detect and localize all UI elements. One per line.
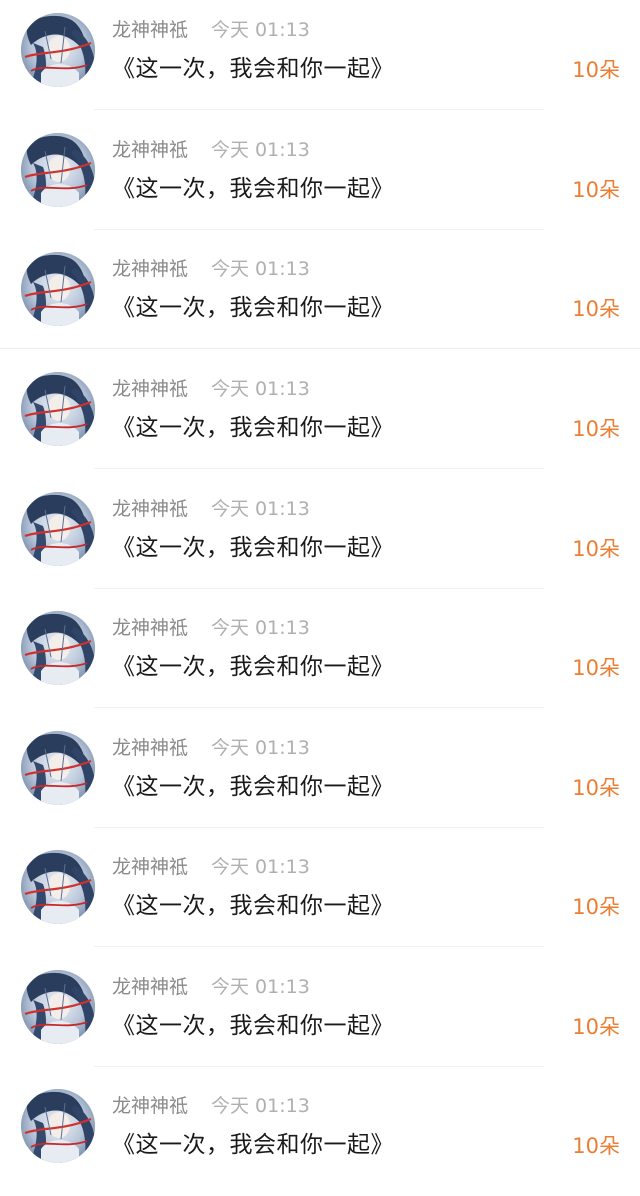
avatar[interactable] (21, 850, 95, 924)
divider (94, 468, 544, 469)
list-item[interactable]: 龙神神祗 今天 01:13 《这一次，我会和你一起》 10朵 (0, 718, 640, 838)
timestamp: 今天 01:13 (211, 1095, 310, 1117)
timestamp: 今天 01:13 (211, 258, 310, 280)
avatar-anime-character-icon (21, 13, 95, 87)
list-item[interactable]: 龙神神祗 今天 01:13 《这一次，我会和你一起》 10朵 (0, 957, 640, 1077)
message-text: 《这一次，我会和你一起》 (112, 415, 394, 441)
gift-count: 10朵 (572, 776, 620, 800)
message-text: 《这一次，我会和你一起》 (112, 774, 394, 800)
sender-name[interactable]: 龙神神祗 (112, 616, 188, 640)
timestamp: 今天 01:13 (211, 498, 310, 520)
avatar-anime-character-icon (21, 731, 95, 805)
list-item[interactable]: 龙神神祗 今天 01:13 《这一次，我会和你一起》 10朵 (0, 239, 640, 359)
list-item[interactable]: 龙神神祗 今天 01:13 《这一次，我会和你一起》 10朵 (0, 0, 640, 120)
sender-name[interactable]: 龙神神祗 (112, 1094, 188, 1118)
avatar-anime-character-icon (21, 372, 95, 446)
timestamp: 今天 01:13 (211, 139, 310, 161)
divider (94, 707, 544, 708)
timestamp: 今天 01:13 (211, 378, 310, 400)
avatar[interactable] (21, 970, 95, 1044)
timestamp: 今天 01:13 (211, 19, 310, 41)
avatar[interactable] (21, 372, 95, 446)
avatar-anime-character-icon (21, 492, 95, 566)
list-item[interactable]: 龙神神祗 今天 01:13 《这一次，我会和你一起》 10朵 (0, 479, 640, 599)
avatar[interactable] (21, 492, 95, 566)
avatar-anime-character-icon (21, 1089, 95, 1163)
timestamp: 今天 01:13 (211, 737, 310, 759)
avatar-anime-character-icon (21, 611, 95, 685)
message-text: 《这一次，我会和你一起》 (112, 654, 394, 680)
timestamp: 今天 01:13 (211, 617, 310, 639)
list-item[interactable]: 龙神神祗 今天 01:13 《这一次，我会和你一起》 10朵 (0, 1076, 640, 1196)
list-item[interactable]: 龙神神祗 今天 01:13 《这一次，我会和你一起》 10朵 (0, 120, 640, 240)
gift-count: 10朵 (572, 656, 620, 680)
avatar-anime-character-icon (21, 252, 95, 326)
message-text: 《这一次，我会和你一起》 (112, 56, 394, 82)
sender-name[interactable]: 龙神神祗 (112, 257, 188, 281)
timestamp: 今天 01:13 (211, 856, 310, 878)
message-text: 《这一次，我会和你一起》 (112, 535, 394, 561)
gift-count: 10朵 (572, 1134, 620, 1158)
avatar[interactable] (21, 133, 95, 207)
avatar[interactable] (21, 1089, 95, 1163)
list-item[interactable]: 龙神神祗 今天 01:13 《这一次，我会和你一起》 10朵 (0, 598, 640, 718)
sender-name[interactable]: 龙神神祗 (112, 138, 188, 162)
avatar-anime-character-icon (21, 850, 95, 924)
divider (94, 827, 544, 828)
avatar-anime-character-icon (21, 133, 95, 207)
gift-record-list: 龙神神祗 今天 01:13 《这一次，我会和你一起》 10朵 龙神神祗 今天 0… (0, 0, 640, 1175)
list-item[interactable]: 龙神神祗 今天 01:13 《这一次，我会和你一起》 10朵 (0, 359, 640, 479)
avatar[interactable] (21, 252, 95, 326)
avatar[interactable] (21, 611, 95, 685)
sender-name[interactable]: 龙神神祗 (112, 975, 188, 999)
avatar-anime-character-icon (21, 970, 95, 1044)
avatar[interactable] (21, 13, 95, 87)
message-text: 《这一次，我会和你一起》 (112, 893, 394, 919)
list-item[interactable]: 龙神神祗 今天 01:13 《这一次，我会和你一起》 10朵 (0, 837, 640, 957)
divider (94, 946, 544, 947)
divider (0, 348, 640, 349)
message-text: 《这一次，我会和你一起》 (112, 1013, 394, 1039)
gift-count: 10朵 (572, 537, 620, 561)
message-text: 《这一次，我会和你一起》 (112, 295, 394, 321)
gift-count: 10朵 (572, 1015, 620, 1039)
gift-count: 10朵 (572, 297, 620, 321)
divider (94, 229, 544, 230)
gift-count: 10朵 (572, 895, 620, 919)
message-text: 《这一次，我会和你一起》 (112, 176, 394, 202)
message-text: 《这一次，我会和你一起》 (112, 1132, 394, 1158)
sender-name[interactable]: 龙神神祗 (112, 18, 188, 42)
sender-name[interactable]: 龙神神祗 (112, 855, 188, 879)
sender-name[interactable]: 龙神神祗 (112, 736, 188, 760)
divider (94, 588, 544, 589)
timestamp: 今天 01:13 (211, 976, 310, 998)
gift-count: 10朵 (572, 417, 620, 441)
sender-name[interactable]: 龙神神祗 (112, 377, 188, 401)
sender-name[interactable]: 龙神神祗 (112, 497, 188, 521)
gift-count: 10朵 (572, 58, 620, 82)
avatar[interactable] (21, 731, 95, 805)
gift-count: 10朵 (572, 178, 620, 202)
divider (94, 109, 544, 110)
divider (94, 1066, 544, 1067)
